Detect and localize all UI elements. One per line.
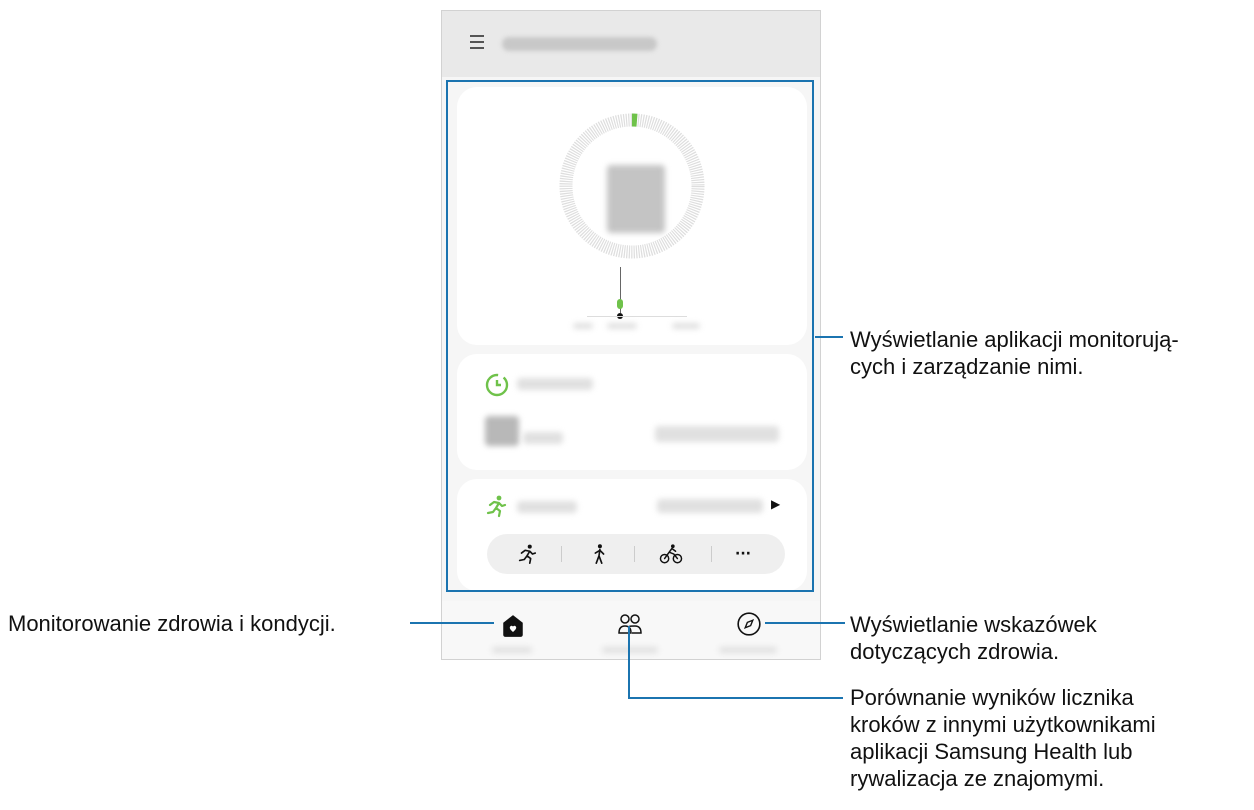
callout-line-monitoring — [815, 336, 843, 338]
compass-icon[interactable] — [736, 611, 762, 637]
callout-line-health — [410, 622, 494, 624]
annotation-line: Wyświetlanie wskazówek — [850, 612, 1097, 637]
nav-label-home — [492, 647, 532, 653]
callout-line-compare-h — [628, 697, 843, 699]
annotation-line: Porównanie wyników licznika — [850, 685, 1134, 710]
app-title — [502, 37, 657, 51]
app-header — [442, 11, 820, 77]
annotation-line: Wyświetlanie aplikacji monitorują- — [850, 327, 1179, 352]
annotation-line: kroków z innymi użytkownikami — [850, 712, 1156, 737]
annotation-line: aplikacji Samsung Health lub — [850, 739, 1133, 764]
annotation-compare-results: Porównanie wyników licznika kroków z inn… — [850, 684, 1156, 792]
annotation-health-tips: Wyświetlanie wskazówek dotyczących zdrow… — [850, 611, 1097, 665]
callout-line-compare-v — [628, 626, 630, 698]
bottom-nav — [442, 601, 820, 659]
callout-line-tips — [765, 622, 845, 624]
annotation-line: dotyczących zdrowia. — [850, 639, 1060, 664]
home-icon[interactable] — [500, 613, 526, 639]
annotation-monitoring-apps: Wyświetlanie aplikacji monitorują- cych … — [850, 326, 1179, 380]
nav-label-together — [602, 647, 658, 653]
annotation-line: rywalizacja ze znajomymi. — [850, 766, 1105, 791]
trackers-highlight — [446, 80, 814, 592]
people-icon[interactable] — [617, 611, 643, 637]
menu-icon[interactable] — [470, 35, 484, 49]
annotation-line: cych i zarządzanie nimi. — [850, 354, 1084, 379]
nav-label-discover — [719, 647, 777, 653]
annotation-health-monitor: Monitorowanie zdrowia i kondycji. — [8, 611, 336, 636]
